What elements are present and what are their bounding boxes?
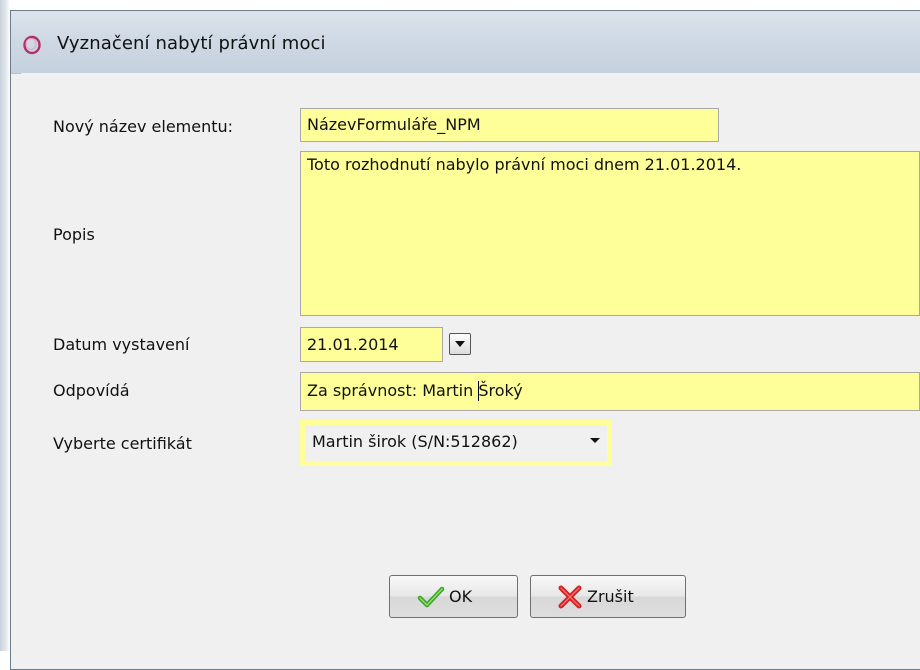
text-caret: [478, 381, 479, 401]
title-bar[interactable]: Vyznačení nabytí právní moci: [11, 11, 920, 74]
date-picker-button[interactable]: [449, 333, 471, 355]
ring-icon: [23, 35, 41, 55]
responsible-label: Odpovídá: [53, 381, 130, 400]
ok-button-label: OK: [449, 587, 473, 606]
cancel-button-label: Zrušit: [587, 587, 634, 606]
date-input[interactable]: 21.01.2014: [300, 327, 443, 362]
name-label: Nový název elementu:: [53, 117, 234, 136]
description-label: Popis: [53, 225, 95, 244]
ok-button[interactable]: OK: [389, 575, 518, 618]
checkmark-icon: [417, 586, 445, 608]
date-label: Datum vystavení: [53, 335, 190, 354]
certificate-select-value: Martin širok (S/N:512862): [312, 432, 518, 451]
element-name-input[interactable]: NázevFormuláře_NPM: [300, 108, 719, 142]
certificate-label: Vyberte certifikát: [53, 434, 192, 453]
responsible-input[interactable]: Za správnost: Martin Šroký: [300, 372, 920, 411]
x-icon: [558, 585, 582, 609]
description-textarea[interactable]: Toto rozhodnutí nabylo právní moci dnem …: [300, 151, 920, 316]
chevron-down-icon: [455, 341, 465, 347]
dialog-window: Vyznačení nabytí právní moci Nový název …: [10, 10, 920, 670]
window-title: Vyznačení nabytí právní moci: [57, 33, 326, 54]
cancel-button[interactable]: Zrušit: [530, 575, 686, 618]
dialog-body: Nový název elementu: NázevFormuláře_NPM …: [21, 73, 920, 669]
desktop-background: [0, 0, 10, 651]
certificate-select[interactable]: Martin širok (S/N:512862): [300, 420, 612, 466]
chevron-down-icon: [590, 438, 600, 443]
